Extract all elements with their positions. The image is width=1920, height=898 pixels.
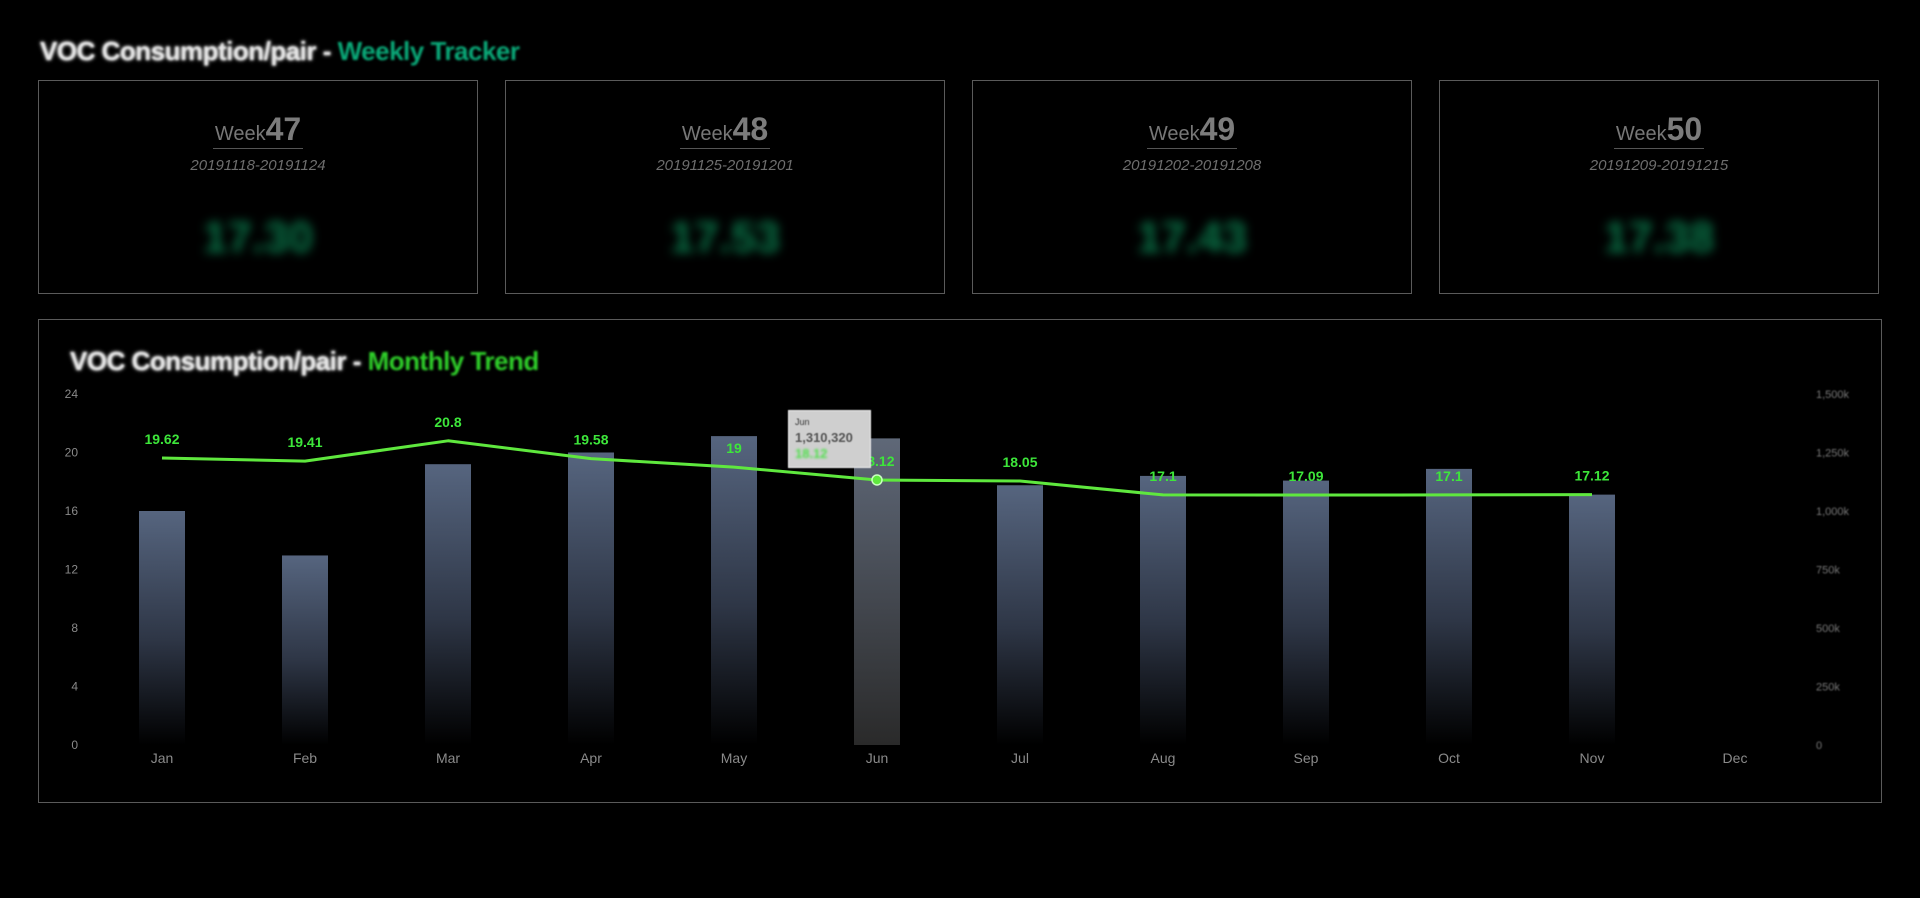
- x-tick-label: Jul: [1011, 750, 1029, 766]
- bar: [711, 436, 757, 745]
- x-tick-label: Oct: [1438, 750, 1460, 766]
- bar: [425, 464, 471, 745]
- chart-tooltip: Jun 1,310,320 18.12: [788, 410, 871, 468]
- bar: [997, 485, 1043, 745]
- bar: [1426, 468, 1472, 745]
- bar: [1569, 494, 1615, 745]
- left-tick-label: 8: [71, 621, 78, 635]
- data-label: 17.12: [1574, 468, 1609, 484]
- highlight-point: [871, 474, 883, 486]
- x-tick-label: Nov: [1580, 750, 1605, 766]
- left-tick-label: 24: [65, 387, 79, 401]
- right-tick-label: 1,250k: [1816, 448, 1850, 460]
- bar: [1140, 475, 1186, 745]
- x-tick-label: Apr: [580, 750, 602, 766]
- data-label: 19.41: [287, 434, 322, 450]
- x-tick-label: Jan: [151, 750, 174, 766]
- x-tick-label: Sep: [1294, 750, 1319, 766]
- tooltip-month: Jun: [795, 417, 810, 427]
- right-tick-label: 750k: [1816, 565, 1840, 577]
- right-tick-label: 500k: [1816, 623, 1840, 635]
- right-tick-label: 250k: [1816, 682, 1840, 694]
- data-label: 19.58: [573, 432, 608, 448]
- left-tick-label: 12: [65, 563, 79, 577]
- x-tick-label: Dec: [1723, 750, 1748, 766]
- bar: [568, 452, 614, 745]
- bar: [1283, 480, 1329, 745]
- right-tick-label: 0: [1816, 740, 1822, 752]
- tooltip-ratio: 18.12: [795, 446, 828, 461]
- x-tick-label: Aug: [1151, 750, 1176, 766]
- x-axis: Jan Feb Mar Apr May Jun Jul Aug Sep Oct Nov Dec: [151, 750, 1748, 766]
- tooltip-volume: 1,310,320: [795, 430, 853, 445]
- left-tick-label: 0: [71, 738, 78, 752]
- x-tick-label: May: [721, 750, 747, 766]
- left-tick-label: 20: [65, 446, 79, 460]
- data-label: 17.1: [1149, 468, 1176, 484]
- data-label: 17.1: [1435, 468, 1462, 484]
- data-label: 20.8: [434, 414, 461, 430]
- x-tick-label: Jun: [866, 750, 889, 766]
- x-tick-label: Mar: [436, 750, 460, 766]
- bar: [139, 511, 185, 745]
- right-tick-label: 1,500k: [1816, 389, 1850, 401]
- bar: [282, 555, 328, 745]
- left-axis: 0 4 8 12 16 20 24: [65, 387, 79, 752]
- left-tick-label: 16: [65, 504, 79, 518]
- data-label: 19.62: [144, 431, 179, 447]
- monthly-trend-chart[interactable]: 19.62 19.41 20.8 19.58 19 18.12 18.05 17.1 17.09…: [0, 0, 1920, 898]
- data-label: 18.05: [1002, 454, 1037, 470]
- x-tick-label: Feb: [293, 750, 317, 766]
- right-tick-label: 1,000k: [1816, 506, 1850, 518]
- data-label: 17.09: [1288, 468, 1323, 484]
- left-tick-label: 4: [71, 680, 78, 694]
- data-label: 19: [726, 440, 742, 456]
- right-axis: 0 250k 500k 750k 1,000k 1,250k 1,500k: [1816, 389, 1850, 752]
